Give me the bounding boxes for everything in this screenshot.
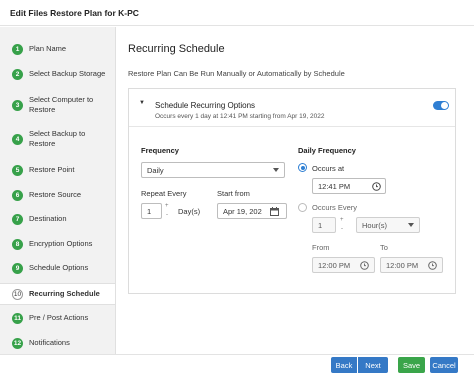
step-number-badge: 5	[12, 164, 23, 176]
occurs-every-unit-value: Hour(s)	[362, 220, 388, 230]
occurs-every-radio[interactable]	[298, 203, 307, 212]
toggle-knob	[441, 102, 448, 109]
occurs-at-label: Occurs at	[312, 164, 345, 173]
step-label: Restore Point	[29, 165, 75, 174]
step-encryption-options[interactable]: 8 Encryption Options	[0, 236, 115, 252]
wizard-steps-sidebar: 1 Plan Name 2 Select Backup Storage 3 Se…	[0, 27, 116, 354]
step-label: Restore Source	[29, 190, 82, 199]
from-label: From	[312, 243, 330, 252]
page-title: Recurring Schedule	[128, 43, 225, 55]
occurs-at-time-value: 12:41 PM	[318, 181, 351, 191]
calendar-icon[interactable]	[269, 206, 280, 217]
step-label: Encryption Options	[29, 239, 93, 248]
repeat-every-label: Repeat Every	[141, 189, 187, 198]
step-number-badge: 1	[12, 43, 23, 55]
step-restore-point[interactable]: 5 Restore Point	[0, 162, 115, 178]
panel-title: Schedule Recurring Options	[155, 101, 256, 110]
increment-icon[interactable]: +	[340, 217, 344, 223]
frequency-selected-value: Daily	[147, 165, 164, 175]
step-select-computer[interactable]: 3 Select Computer to Restore	[0, 93, 115, 117]
collapse-caret-icon[interactable]: ▼	[139, 100, 145, 106]
frequency-label: Frequency	[141, 146, 179, 155]
daily-frequency-label: Daily Frequency	[298, 146, 356, 155]
step-number-badge: 8	[12, 238, 23, 250]
step-label: Pre / Post Actions	[29, 313, 89, 322]
save-button[interactable]: Save	[398, 357, 425, 373]
step-pre-post-actions[interactable]: 11 Pre / Post Actions	[0, 310, 115, 326]
occurs-every-value: 1	[318, 220, 323, 230]
step-select-backup[interactable]: 4 Select Backup to Restore	[0, 127, 115, 151]
step-number-badge: 3	[12, 99, 23, 111]
step-destination[interactable]: 7 Destination	[0, 211, 115, 227]
step-number-badge: 7	[12, 213, 23, 225]
schedule-options-panel: ▼ Schedule Recurring Options Occurs ever…	[128, 88, 456, 294]
step-number-badge: 4	[12, 133, 23, 145]
frequency-select[interactable]: Daily	[141, 162, 285, 178]
decrement-icon[interactable]: -	[166, 212, 168, 218]
schedule-summary: Occurs every 1 day at 12:41 PM starting …	[155, 113, 325, 120]
repeat-unit-label: Day(s)	[178, 207, 201, 216]
step-label: Select Backup Storage	[29, 69, 106, 78]
clock-icon[interactable]	[359, 260, 370, 271]
step-number-badge: 11	[12, 312, 23, 324]
clock-icon[interactable]	[371, 181, 382, 192]
occurs-every-input[interactable]: 1	[312, 217, 336, 233]
occurs-every-unit-select[interactable]: Hour(s)	[356, 217, 420, 233]
step-number-badge: 12	[12, 337, 23, 349]
step-number-badge: 9	[12, 262, 23, 274]
step-recurring-schedule[interactable]: 10 Recurring Schedule	[0, 283, 115, 305]
step-label: Select Backup to Restore	[29, 129, 86, 148]
step-number-badge: 6	[12, 189, 23, 201]
chevron-down-icon	[273, 168, 279, 172]
page-description: Restore Plan Can Be Run Manually or Auto…	[128, 69, 345, 78]
step-restore-source[interactable]: 6 Restore Source	[0, 187, 115, 203]
step-schedule-options[interactable]: 9 Schedule Options	[0, 260, 115, 276]
decrement-icon[interactable]: -	[341, 226, 343, 232]
occurs-at-radio[interactable]	[298, 163, 307, 172]
back-button[interactable]: Back	[331, 357, 357, 373]
repeat-every-value: 1	[147, 206, 152, 216]
step-notifications[interactable]: 12 Notifications	[0, 335, 115, 351]
occurs-every-label: Occurs Every	[312, 203, 358, 212]
from-time-value: 12:00 PM	[318, 260, 351, 270]
dialog-title-bar: Edit Files Restore Plan for K-PC	[0, 0, 474, 26]
panel-header: ▼ Schedule Recurring Options Occurs ever…	[129, 89, 455, 127]
step-label: Destination	[29, 214, 67, 223]
to-label: To	[380, 243, 388, 252]
step-number-badge: 10	[12, 288, 23, 300]
step-plan-name[interactable]: 1 Plan Name	[0, 41, 115, 57]
step-select-backup-storage[interactable]: 2 Select Backup Storage	[0, 66, 115, 82]
clock-icon[interactable]	[427, 260, 438, 271]
dialog-title: Edit Files Restore Plan for K-PC	[10, 7, 139, 18]
start-date-value: Apr 19, 202	[223, 206, 262, 216]
step-label: Plan Name	[29, 44, 67, 53]
schedule-enabled-toggle[interactable]	[433, 101, 449, 110]
to-time-value: 12:00 PM	[386, 260, 419, 270]
step-label: Recurring Schedule	[29, 289, 100, 298]
step-number-badge: 2	[12, 68, 23, 80]
step-label: Select Computer to Restore	[29, 95, 94, 114]
step-label: Schedule Options	[29, 263, 89, 272]
start-from-label: Start from	[217, 189, 250, 198]
step-label: Notifications	[29, 338, 70, 347]
cancel-button[interactable]: Cancel	[430, 357, 458, 373]
repeat-every-input[interactable]: 1	[141, 203, 162, 219]
next-button[interactable]: Next	[358, 357, 388, 373]
increment-icon[interactable]: +	[165, 203, 169, 209]
chevron-down-icon	[408, 223, 414, 227]
